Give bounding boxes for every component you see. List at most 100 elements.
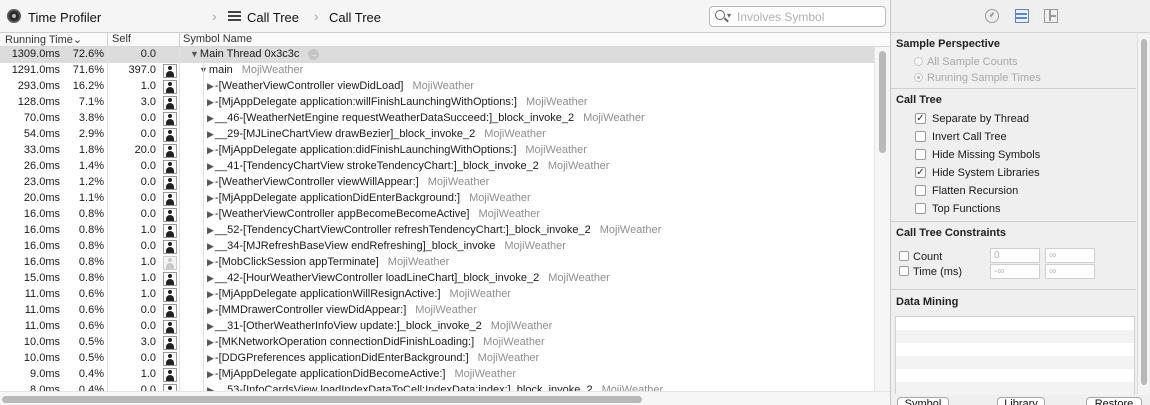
disclosure-triangle-icon[interactable]: ▶ (207, 289, 214, 299)
table-row[interactable]: 10.0ms 0.5% 3.0 ▶-[MKNetworkOperation conne… (0, 335, 874, 351)
table-row[interactable]: 10.0ms 0.5% 0.0 ▶-[DDGPreferences applicati… (0, 351, 874, 367)
disclosure-triangle-icon[interactable]: ▶ (207, 337, 214, 347)
table-row[interactable]: 15.0ms 0.8% 1.0 ▶__42-[HourWeatherViewContr… (0, 271, 874, 287)
vertical-scroll-thumb[interactable] (879, 51, 886, 153)
library-name: MojiWeather (415, 304, 477, 316)
horizontal-scrollbar[interactable] (0, 391, 890, 405)
table-row[interactable]: 1291.0ms71.6%397.0▼mainMojiWeather (0, 63, 874, 79)
table-row[interactable]: 9.0ms 0.4% 1.0 ▶-[MjAppDelegate application… (0, 367, 874, 383)
checkbox-box[interactable] (915, 149, 926, 160)
symbol-cell: ▶__34-[MJRefreshBaseView endRefreshing]_… (207, 240, 566, 252)
symbol-name: -[MjAppDelegate applicationDidBecomeActi… (214, 368, 446, 380)
library-name: MojiWeather (449, 288, 512, 300)
disclosure-triangle-icon[interactable]: ▶ (207, 321, 214, 331)
thread-arrow-icon[interactable]: → (308, 48, 320, 60)
display-settings-icon[interactable] (1015, 9, 1029, 23)
radio-running-sample-times[interactable]: Running Sample Times (914, 72, 1041, 84)
library-name: MojiWeather (469, 192, 531, 204)
header-self[interactable]: Self (112, 33, 131, 45)
table-row[interactable]: 54.0ms 2.9% 0.0 ▶__29-[MJLineChartView draw… (0, 127, 874, 143)
disclosure-triangle-icon[interactable]: ▶ (207, 129, 214, 139)
table-row[interactable]: 11.0ms 0.6% 1.0 ▶-[MjAppDelegate applicatio… (0, 287, 874, 303)
column-divider[interactable] (179, 33, 180, 47)
user-code-icon (163, 144, 177, 158)
percentage-cell: 72.6% (72, 48, 104, 60)
table-row[interactable]: 70.0ms 3.8% 0.0 ▶__46-[WeatherNetEngine req… (0, 111, 874, 127)
table-row[interactable]: 128.0ms 7.1% 3.0 ▶-[MjAppDelegate applicati… (0, 95, 874, 111)
radio-all-sample-counts[interactable]: All Sample Counts (914, 56, 1018, 68)
header-running-time[interactable]: Running Time⌄ (5, 33, 82, 46)
horizontal-scroll-thumb[interactable] (2, 396, 642, 403)
symbol-name: __29-[MJLineChartView drawBezier]_block_… (214, 128, 476, 140)
table-row[interactable]: 1309.0ms 72.6% 0.0 ▼Main Thread 0x3c3c → (0, 47, 874, 63)
table-row[interactable]: 8.0ms 0.4% 0.0 ▶__53-[InfoCardsView loadInd… (0, 383, 874, 391)
checkbox-box[interactable]: ✓ (915, 113, 926, 124)
symbol-cell: ▶-[MjAppDelegate application:willFinishL… (207, 96, 588, 108)
table-row[interactable]: 26.0ms 1.4% 0.0 ▶__41-[TendencyChartView st… (0, 159, 874, 175)
disclosure-triangle-icon[interactable]: ▶ (207, 177, 214, 187)
table-row[interactable]: 16.0ms 0.8% 1.0 ▶-[MobClickSession appTermi… (0, 255, 874, 271)
call-tree-option-checkbox[interactable]: Flatten Recursion (915, 185, 1018, 197)
disclosure-triangle-icon[interactable]: ▶ (207, 113, 214, 123)
search-icon[interactable] (715, 10, 725, 20)
checkbox-box[interactable]: ✓ (915, 167, 926, 178)
disclosure-triangle-icon[interactable]: ▶ (207, 161, 214, 171)
checkbox-box[interactable] (915, 185, 926, 196)
restore-button[interactable]: Restore (1086, 397, 1142, 405)
call-tree-option-checkbox[interactable]: ✓ Hide System Libraries (915, 167, 1040, 179)
disclosure-triangle-icon[interactable]: ▶ (207, 145, 214, 155)
table-row[interactable]: 293.0ms 16.2% 1.0 ▶-[WeatherViewController … (0, 79, 874, 95)
disclosure-triangle-icon[interactable]: ▶ (207, 273, 214, 283)
record-settings-icon[interactable] (985, 9, 999, 23)
count-max-field[interactable]: ∞ (1045, 248, 1095, 263)
percentage-cell: 0.4% (78, 368, 104, 380)
time-min-field[interactable]: -∞ (990, 264, 1040, 279)
search-options-icon[interactable]: ▾ (727, 11, 731, 20)
disclosure-triangle-icon[interactable]: ▶ (207, 97, 214, 107)
call-tree-option-checkbox[interactable]: Invert Call Tree (915, 131, 1007, 143)
disclosure-triangle-icon[interactable]: ▶ (207, 225, 214, 235)
header-symbol-name[interactable]: Symbol Name (183, 33, 252, 45)
crumb-call-tree-current[interactable]: Call Tree (329, 10, 381, 25)
table-row[interactable]: 16.0ms 0.8% 0.0 ▶-[WeatherViewController ap… (0, 207, 874, 223)
running-time-cell: 1309.0ms (11, 48, 60, 60)
disclosure-triangle-icon[interactable]: ▶ (207, 209, 214, 219)
checkbox-box[interactable] (915, 203, 926, 214)
search-field[interactable]: ▾ Involves Symbol (709, 6, 886, 27)
table-row[interactable]: 16.0ms 0.8% 0.0 ▶__34-[MJRefreshBaseView en… (0, 239, 874, 255)
inspector-scroll-thumb[interactable] (1141, 39, 1147, 385)
inspector-scrollbar[interactable] (1137, 35, 1149, 395)
disclosure-triangle-icon[interactable]: ▶ (207, 193, 214, 203)
disclosure-triangle-icon[interactable]: ▶ (207, 241, 214, 251)
count-constraint-checkbox[interactable]: Count (899, 251, 942, 263)
checkbox-box[interactable] (915, 131, 926, 142)
extended-detail-icon[interactable] (1044, 9, 1058, 23)
table-row[interactable]: 23.0ms 1.2% 0.0 ▶-[WeatherViewController vi… (0, 175, 874, 191)
call-tree-outline[interactable]: 1309.0ms 72.6% 0.0 ▼Main Thread 0x3c3c → 1291… (0, 47, 874, 391)
user-code-icon (163, 304, 177, 318)
call-tree-option-checkbox[interactable]: Top Functions (915, 203, 1000, 215)
table-row[interactable]: 33.0ms 1.8% 20.0 ▶-[MjAppDelegate applicati… (0, 143, 874, 159)
crumb-instrument[interactable]: Time Profiler (28, 10, 101, 25)
disclosure-triangle-icon[interactable]: ▶ (207, 369, 214, 379)
disclosure-triangle-icon[interactable]: ▶ (207, 305, 214, 315)
disclosure-triangle-icon[interactable]: ▶ (207, 81, 214, 91)
symbol-button[interactable]: Symbol (897, 397, 949, 405)
table-row[interactable]: 11.0ms 0.6% 0.0 ▶__31-[OtherWeatherInfoView… (0, 319, 874, 335)
time-max-field[interactable]: ∞ (1045, 264, 1095, 279)
table-row[interactable]: 20.0ms 1.1% 0.0 ▶-[MjAppDelegate applicatio… (0, 191, 874, 207)
library-button[interactable]: Library (997, 397, 1045, 405)
disclosure-triangle-icon[interactable]: ▼ (190, 49, 199, 59)
call-tree-option-checkbox[interactable]: Hide Missing Symbols (915, 149, 1040, 161)
disclosure-triangle-icon[interactable]: ▶ (207, 257, 214, 267)
count-min-field[interactable]: 0 (990, 248, 1040, 263)
table-row[interactable]: 16.0ms 0.8% 1.0 ▶__52-[TendencyChartViewCon… (0, 223, 874, 239)
crumb-call-tree[interactable]: Call Tree (247, 10, 299, 25)
call-tree-option-checkbox[interactable]: ✓ Separate by Thread (915, 113, 1029, 125)
table-row[interactable]: 11.0ms 0.6% 0.0 ▶-[MMDrawerController viewD… (0, 303, 874, 319)
vertical-scrollbar[interactable] (874, 47, 890, 391)
column-divider[interactable] (107, 33, 108, 47)
time-constraint-checkbox[interactable]: Time (ms) (899, 266, 962, 278)
data-mining-list[interactable] (895, 316, 1135, 395)
disclosure-triangle-icon[interactable]: ▶ (207, 353, 214, 363)
